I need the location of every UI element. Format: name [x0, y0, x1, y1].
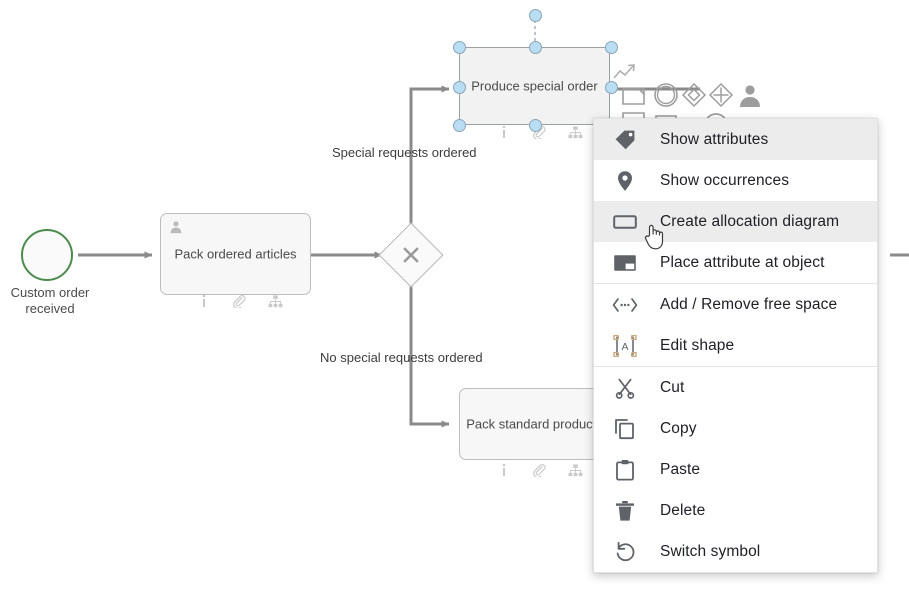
- tag-icon: [608, 129, 642, 151]
- menu-item-label: Delete: [660, 501, 706, 519]
- menu-item-label: Add / Remove free space: [660, 295, 838, 313]
- free-space-icon: [608, 297, 642, 313]
- task-adornments: [498, 463, 583, 477]
- menu-item-edit-shape[interactable]: A Edit shape: [594, 325, 877, 366]
- info-icon[interactable]: [198, 294, 210, 308]
- copy-icon: [608, 418, 642, 440]
- trash-icon: [608, 500, 642, 522]
- menu-item-show-occurrences[interactable]: Show occurrences: [594, 160, 877, 201]
- menu-item-paste[interactable]: Paste: [594, 449, 877, 490]
- resize-handle-bottom-center[interactable]: [528, 118, 542, 132]
- resize-handle-middle-left[interactable]: [452, 80, 466, 94]
- task-pack-standard-products[interactable]: Pack standard products: [459, 388, 610, 460]
- hierarchy-icon[interactable]: [268, 294, 283, 308]
- rotate-handle[interactable]: [528, 8, 542, 22]
- menu-item-place-attribute-at-object[interactable]: Place attribute at object: [594, 242, 877, 283]
- task-label: Pack standard products: [466, 416, 603, 432]
- menu-item-delete[interactable]: Delete: [594, 490, 877, 531]
- edit-shape-icon: A: [608, 334, 642, 357]
- rectangle-icon: [608, 213, 642, 231]
- menu-item-label: Switch symbol: [660, 542, 761, 560]
- menu-item-label: Show attributes: [660, 130, 769, 148]
- context-menu[interactable]: Show attributes Show occurrences Create …: [593, 118, 878, 573]
- menu-item-label: Edit shape: [660, 336, 735, 354]
- hierarchy-icon[interactable]: [568, 125, 583, 139]
- resize-handle-bottom-left[interactable]: [452, 118, 466, 132]
- menu-item-label: Show occurrences: [660, 171, 790, 189]
- edge-label-special-requests: Special requests ordered: [332, 145, 477, 160]
- menu-item-show-attributes[interactable]: Show attributes: [594, 119, 877, 160]
- attribute-icon: [608, 254, 642, 272]
- menu-item-label: Create allocation diagram: [660, 212, 840, 230]
- resize-handle-top-left[interactable]: [452, 40, 466, 54]
- hierarchy-icon[interactable]: [568, 463, 583, 477]
- location-pin-icon: [608, 170, 642, 192]
- application-window: Custom order received Pack ordered artic…: [0, 0, 909, 596]
- menu-item-label: Copy: [660, 419, 697, 437]
- menu-item-label: Paste: [660, 460, 701, 478]
- task-label: Produce special order: [471, 78, 598, 94]
- undo-arrow-icon: [608, 541, 642, 563]
- menu-item-label: Cut: [660, 378, 685, 396]
- menu-item-label: Place attribute at object: [660, 253, 825, 271]
- clipboard-icon: [608, 459, 642, 481]
- scissors-icon: [608, 377, 642, 399]
- menu-item-copy[interactable]: Copy: [594, 408, 877, 449]
- resize-handle-top-center[interactable]: [528, 40, 542, 54]
- paperclip-icon[interactable]: [232, 294, 246, 308]
- person-shape-icon[interactable]: [730, 76, 770, 116]
- task-pack-ordered-articles[interactable]: Pack ordered articles: [160, 213, 311, 295]
- task-adornments: [198, 294, 283, 308]
- svg-text:A: A: [621, 341, 628, 353]
- paperclip-icon[interactable]: [532, 463, 546, 477]
- menu-item-add-remove-free-space[interactable]: Add / Remove free space: [594, 284, 877, 325]
- info-icon[interactable]: [498, 125, 510, 139]
- person-icon: [169, 220, 183, 234]
- menu-item-create-allocation-diagram[interactable]: Create allocation diagram: [594, 201, 877, 242]
- menu-item-switch-symbol[interactable]: Switch symbol: [594, 531, 877, 572]
- edge-label-no-special-requests: No special requests ordered: [320, 350, 483, 365]
- info-icon[interactable]: [498, 463, 510, 477]
- start-event-node[interactable]: [21, 229, 73, 281]
- task-produce-special-order[interactable]: Produce special order: [459, 47, 610, 125]
- menu-item-cut[interactable]: Cut: [594, 367, 877, 408]
- task-label: Pack ordered articles: [174, 246, 297, 262]
